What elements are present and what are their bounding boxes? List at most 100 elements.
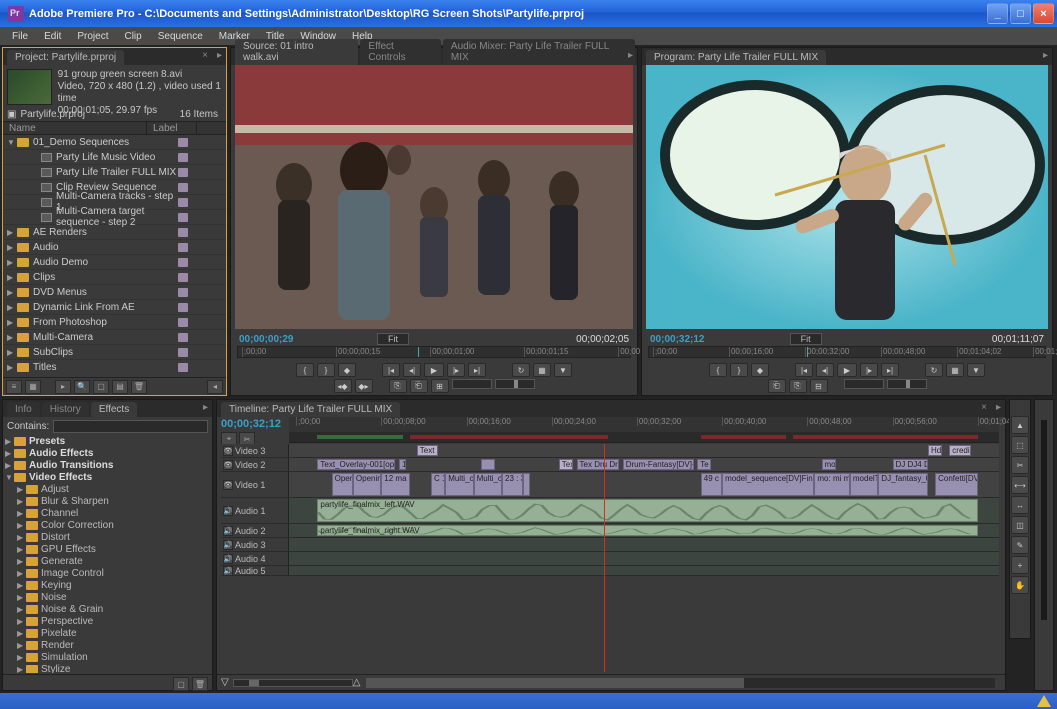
label-swatch[interactable] — [178, 303, 188, 312]
label-swatch[interactable] — [178, 228, 188, 237]
bin-row[interactable]: ▶Audio — [3, 240, 226, 255]
menu-file[interactable]: File — [4, 29, 36, 44]
effects-row[interactable]: ▶Color Correction — [3, 519, 212, 531]
label-swatch[interactable] — [178, 168, 188, 177]
timeline-clip[interactable]: C 16 — [431, 473, 445, 496]
timeline-clip[interactable]: Confetti[DV].av — [935, 473, 978, 496]
timeline-track[interactable]: 🔊Audio 1partylife_finalmix_left.WAV — [221, 498, 999, 524]
timeline-clip[interactable]: credi cor — [949, 445, 970, 456]
tool-button-6[interactable]: ✎ — [1011, 536, 1029, 554]
new-bin-button[interactable]: ▢ — [93, 380, 109, 394]
timeline-clip[interactable]: Drum-Fantasy[DV]-01 — [623, 459, 694, 470]
goto-out-button[interactable]: ▸| — [468, 363, 486, 377]
effects-row[interactable]: ▶GPU Effects — [3, 543, 212, 555]
mute-toggle[interactable]: 🔊 — [223, 566, 233, 576]
tool-button-7[interactable]: + — [1011, 556, 1029, 574]
timeline-track[interactable]: 🔊Audio 4 — [221, 552, 999, 566]
timeline-track[interactable]: 👁Video 3TextHd Kecredi cor — [221, 444, 999, 458]
timeline-tc[interactable]: 00;00;32;12 — [221, 418, 281, 430]
label-swatch[interactable] — [178, 183, 188, 192]
label-swatch[interactable] — [178, 288, 188, 297]
delete-button[interactable]: 🗑 — [192, 677, 208, 691]
timeline-track[interactable]: 🔊Audio 2partylife_finalmix_right.WAV — [221, 524, 999, 538]
loop-button[interactable]: ↻ — [512, 363, 530, 377]
source-tc-current[interactable]: 00;00;00;29 — [239, 334, 293, 345]
bin-row[interactable]: ▶Audio Demo — [3, 255, 226, 270]
timeline-clip[interactable]: 12 ma n 1 — [381, 473, 409, 496]
safe-margins-button[interactable]: ▦ — [946, 363, 964, 377]
source-tab[interactable]: Effect Controls — [360, 39, 440, 65]
track-body[interactable] — [289, 552, 999, 565]
effects-tab[interactable]: History — [42, 402, 89, 417]
disclosure-arrow-icon[interactable]: ▶ — [7, 273, 17, 282]
effects-list[interactable]: ▶Presets▶Audio Effects▶Audio Transitions… — [3, 435, 212, 673]
bin-row[interactable]: Party Life Trailer FULL MIX — [3, 165, 226, 180]
effects-tab[interactable]: Info — [7, 402, 40, 417]
effects-row[interactable]: ▶Distort — [3, 531, 212, 543]
play-button[interactable]: ▶ — [837, 363, 857, 377]
zoom-in-icon[interactable]: △ — [353, 677, 361, 688]
disclosure-arrow-icon[interactable]: ▶ — [7, 348, 17, 357]
effects-row[interactable]: ▶Generate — [3, 555, 212, 567]
play-button[interactable]: ▶ — [424, 363, 444, 377]
tool-button-0[interactable]: ▲ — [1011, 416, 1029, 434]
menu-clip[interactable]: Clip — [116, 29, 149, 44]
timeline-clip[interactable]: Text_Overlay-001[open]2 — [317, 459, 395, 470]
mark-in-button[interactable]: { — [709, 363, 727, 377]
disclosure-arrow-icon[interactable]: ▶ — [7, 258, 17, 267]
label-swatch[interactable] — [178, 348, 188, 357]
timeline-clip[interactable]: modelTe 7 — [850, 473, 878, 496]
track-header[interactable]: 🔊Audio 3 — [221, 538, 289, 551]
disclosure-arrow-icon[interactable]: ▶ — [7, 333, 17, 342]
minimize-button[interactable]: _ — [987, 3, 1008, 24]
disclosure-arrow-icon[interactable]: ▶ — [17, 653, 26, 662]
step-back-button[interactable]: ◂| — [403, 363, 421, 377]
track-header[interactable]: 👁Video 3 — [221, 444, 289, 457]
visibility-toggle[interactable]: 👁 — [223, 460, 233, 470]
warning-icon[interactable] — [1037, 695, 1051, 707]
bin-row[interactable]: ▶Clips — [3, 270, 226, 285]
col-name[interactable]: Name — [3, 122, 147, 134]
menu-sequence[interactable]: Sequence — [150, 29, 211, 44]
overlay-button[interactable]: ⎗ — [410, 379, 428, 393]
track-header[interactable]: 🔊Audio 1 — [221, 498, 289, 523]
timeline-clip[interactable]: Multi_can — [445, 473, 473, 496]
label-swatch[interactable] — [178, 243, 188, 252]
label-swatch[interactable] — [178, 198, 188, 207]
disclosure-arrow-icon[interactable]: ▶ — [17, 641, 26, 650]
goto-prev-marker-button[interactable]: ◂◆ — [334, 379, 352, 393]
bin-row[interactable]: ▶Titles — [3, 360, 226, 374]
menu-edit[interactable]: Edit — [36, 29, 69, 44]
track-body[interactable]: OpenOpening I12 ma n 1C 16Multi_canMulti… — [289, 472, 999, 497]
label-swatch[interactable] — [178, 153, 188, 162]
effects-row[interactable]: ▼Video Effects — [3, 471, 212, 483]
bin-row[interactable]: ▶SubClips — [3, 345, 226, 360]
find-button[interactable]: 🔍 — [74, 380, 90, 394]
track-body[interactable]: partylife_finalmix_left.WAV — [289, 498, 999, 523]
timeline-clip[interactable]: Te — [697, 459, 711, 470]
timeline-track[interactable]: 🔊Audio 3 — [221, 538, 999, 552]
disclosure-arrow-icon[interactable]: ▼ — [5, 473, 14, 482]
source-playhead[interactable] — [418, 347, 419, 357]
close-button[interactable]: × — [1033, 3, 1054, 24]
icon-view-button[interactable]: ▦ — [25, 380, 41, 394]
disclosure-arrow-icon[interactable]: ▶ — [7, 318, 17, 327]
effects-row[interactable]: ▶Perspective — [3, 615, 212, 627]
list-view-button[interactable]: ≡ — [6, 380, 22, 394]
timeline-clip[interactable]: 23 : 3 — [502, 473, 523, 496]
panel-close-icon[interactable]: × — [981, 402, 987, 413]
program-tc-current[interactable]: 00;00;32;12 — [650, 334, 704, 345]
timeline-track[interactable]: 👁Video 1OpenOpening I12 ma n 1C 16Multi_… — [221, 472, 999, 498]
panel-menu-icon[interactable]: ▸ — [1043, 50, 1048, 61]
tool-button-1[interactable]: ⬚ — [1011, 436, 1029, 454]
effects-row[interactable]: ▶Stylize — [3, 663, 212, 673]
shuttle-control[interactable] — [495, 379, 535, 389]
disclosure-arrow-icon[interactable]: ▶ — [7, 243, 17, 252]
jog-control[interactable] — [844, 379, 884, 389]
disclosure-arrow-icon[interactable]: ▶ — [7, 228, 17, 237]
lift-button[interactable]: ⎗ — [768, 379, 786, 393]
effects-row[interactable]: ▶Presets — [3, 435, 212, 447]
timeline-clip[interactable]: DJ DJ4 DE 0 DJ DJ Text_ — [893, 459, 929, 470]
project-tab[interactable]: Project: Partylife.prproj — [7, 50, 124, 65]
source-video[interactable] — [235, 65, 633, 329]
